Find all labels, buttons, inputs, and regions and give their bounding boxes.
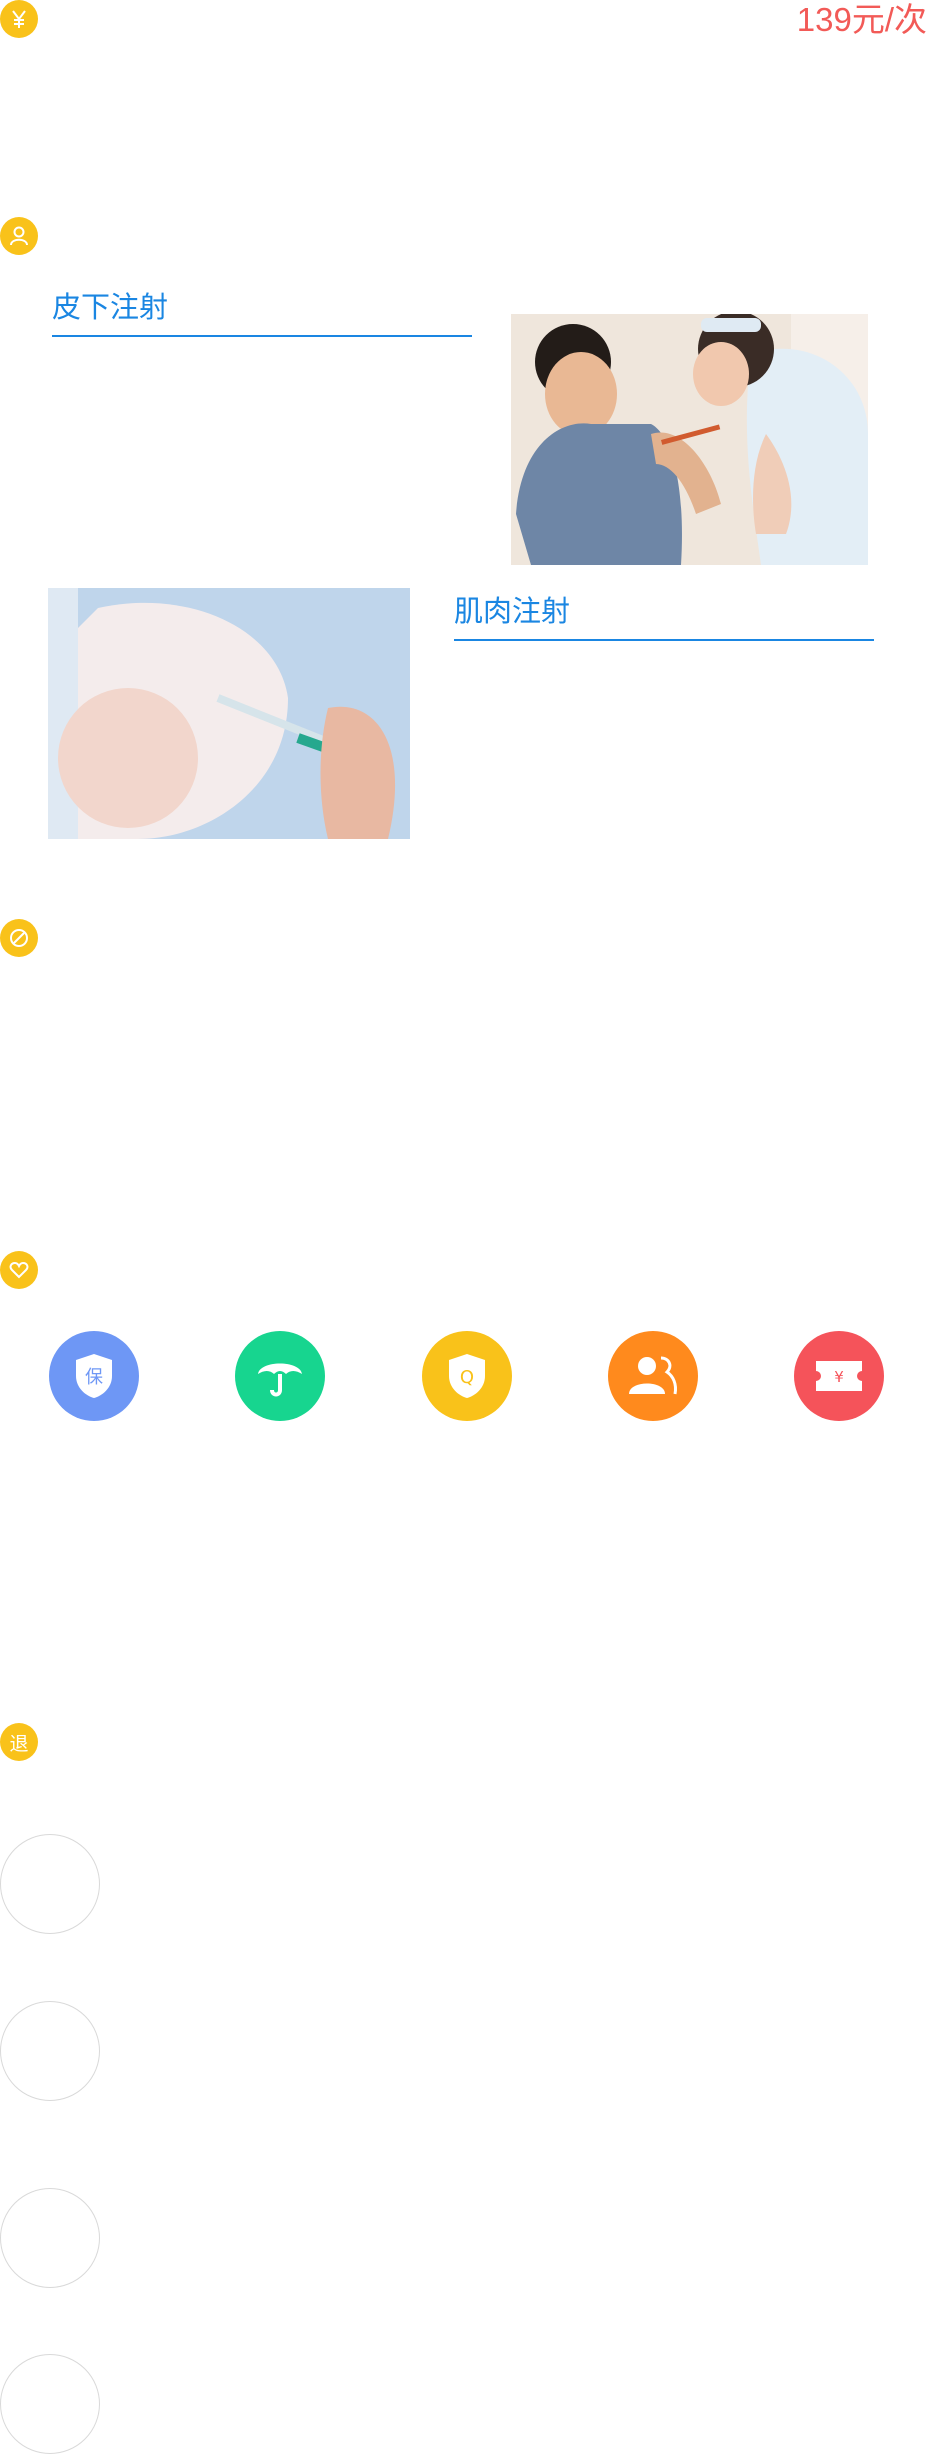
svg-text:Q: Q	[460, 1367, 474, 1388]
yen-icon	[0, 0, 38, 38]
heart-icon	[0, 1251, 38, 1289]
ban-icon	[0, 919, 38, 957]
shield-q-icon: Q	[422, 1331, 512, 1421]
refund-circle	[0, 1834, 100, 1934]
svg-text:¥: ¥	[834, 1368, 844, 1386]
injection-title-subcutaneous: 皮下注射	[52, 292, 169, 324]
refund-circle	[0, 2354, 100, 2454]
injection-title-intramuscular: 肌肉注射	[454, 596, 571, 628]
price-text: 139元/次	[796, 1, 927, 38]
refund-circle	[0, 2001, 100, 2101]
person-icon	[0, 217, 38, 255]
infant-thigh-injection-photo	[48, 588, 410, 839]
svg-text:保: 保	[85, 1367, 103, 1388]
umbrella-icon	[235, 1331, 325, 1421]
people-icon	[608, 1331, 698, 1421]
divider	[454, 639, 874, 641]
ticket-yen-icon: ¥	[794, 1331, 884, 1421]
refund-circle	[0, 2188, 100, 2288]
child-vaccination-photo	[511, 314, 868, 565]
refund-icon: 退	[0, 1723, 38, 1761]
divider	[52, 335, 472, 337]
shield-bao-icon: 保	[49, 1331, 139, 1421]
